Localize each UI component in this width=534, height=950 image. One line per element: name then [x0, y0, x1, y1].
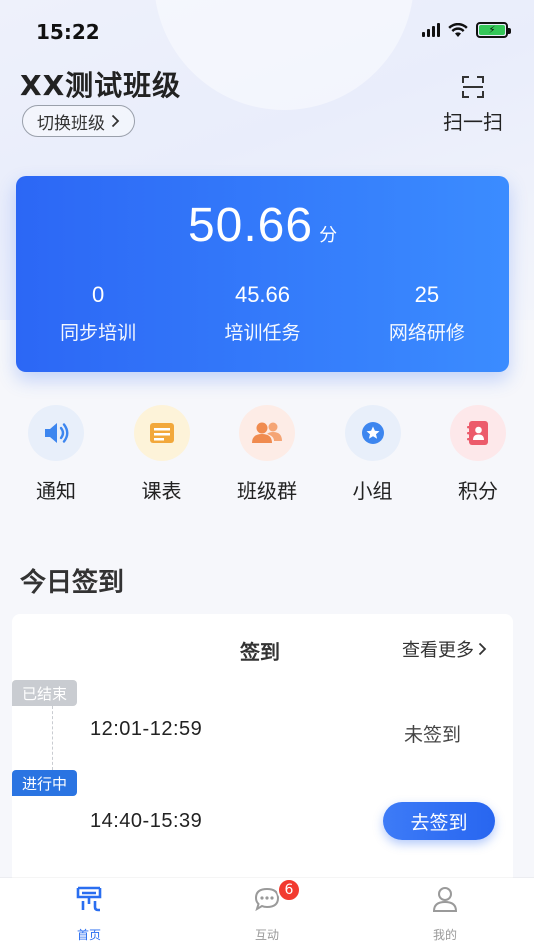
stat-value: 0 [92, 282, 105, 307]
schedule-icon [133, 405, 190, 461]
chevron-right-icon [478, 642, 487, 656]
stat-label: 同步培训 [60, 322, 137, 344]
tab-label: 首页 [76, 928, 101, 942]
status-badge: 进行中 [12, 770, 78, 796]
session-status: 未签到 [403, 724, 461, 746]
shortcut-label: 小组 [352, 479, 393, 503]
shortcut-class-group[interactable]: 班级群 [221, 405, 313, 504]
session-time: 12:01-12:59 [90, 718, 203, 740]
status-time: 15:22 [36, 20, 100, 44]
stat-sync-training[interactable]: 0 同步培训 [16, 282, 180, 345]
view-more-label: 查看更多 [402, 640, 474, 661]
status-bar: 15:22 ⚡ [0, 0, 534, 60]
stat-training-tasks[interactable]: 45.66 培训任务 [180, 282, 344, 345]
shortcut-group[interactable]: 小组 [327, 405, 419, 504]
battery-icon: ⚡ [476, 22, 511, 38]
shortcut-schedule[interactable]: 课表 [116, 405, 208, 504]
chevron-right-icon [111, 114, 120, 128]
score-unit: 分 [319, 225, 338, 246]
shortcut-label: 班级群 [237, 479, 297, 503]
bottom-tab-bar: 首页 互动 我的 6 [0, 878, 534, 950]
scan-label: 扫一扫 [443, 110, 503, 134]
tab-home[interactable]: 首页 [0, 878, 178, 950]
timeline-connector [52, 706, 53, 770]
shortcut-label: 通知 [36, 479, 76, 503]
switch-class-button[interactable]: 切换班级 [22, 105, 135, 137]
contact-book-icon [450, 405, 506, 461]
group-chat-icon [239, 405, 295, 461]
shortcut-label: 积分 [458, 479, 498, 503]
score-card: 50.66 分 0 同步培训 45.66 培训任务 25 网络研修 [16, 176, 509, 372]
star-badge-icon [344, 405, 401, 461]
checkin-card: 签到 查看更多 已结束 12:01-12:59 未签到 进行中 14:40-15… [12, 614, 513, 884]
score-value: 50.66 [187, 199, 314, 252]
view-more-link[interactable]: 查看更多 [402, 636, 487, 662]
shortcut-grid: 通知 课表 班级群 小组 积分 [0, 405, 534, 504]
speaker-icon [28, 405, 84, 461]
stat-value: 25 [414, 282, 440, 307]
session-time: 14:40-15:39 [90, 810, 203, 832]
tab-interaction[interactable]: 互动 [178, 878, 356, 950]
profile-icon [432, 887, 458, 912]
stat-label: 培训任务 [224, 322, 301, 344]
wifi-icon [448, 22, 468, 37]
status-badge: 已结束 [12, 680, 78, 706]
unread-count-badge: 6 [277, 878, 301, 902]
stat-online-study[interactable]: 25 网络研修 [345, 282, 509, 345]
tab-label: 我的 [432, 928, 457, 942]
cellular-signal-icon [422, 23, 440, 37]
scan-button[interactable]: 扫一扫 [442, 74, 504, 135]
score-stats: 0 同步培训 45.66 培训任务 25 网络研修 [16, 282, 509, 345]
switch-class-label: 切换班级 [37, 113, 105, 134]
total-score: 50.66 分 [16, 198, 509, 253]
stat-label: 网络研修 [388, 322, 465, 344]
scan-icon [462, 76, 484, 98]
checkin-button[interactable]: 去签到 [383, 802, 495, 840]
status-icons: ⚡ [422, 22, 511, 38]
home-icon [76, 886, 102, 912]
shortcut-label: 课表 [141, 479, 182, 503]
tab-mine[interactable]: 我的 [356, 878, 534, 950]
shortcut-notice[interactable]: 通知 [10, 405, 102, 504]
section-title-today-checkin: 今日签到 [20, 568, 125, 598]
stat-value: 45.66 [234, 282, 291, 307]
checkin-header: 签到 [240, 640, 280, 664]
shortcut-points[interactable]: 积分 [432, 405, 524, 504]
tab-label: 互动 [254, 928, 279, 942]
class-name: XX测试班级 [20, 69, 182, 102]
